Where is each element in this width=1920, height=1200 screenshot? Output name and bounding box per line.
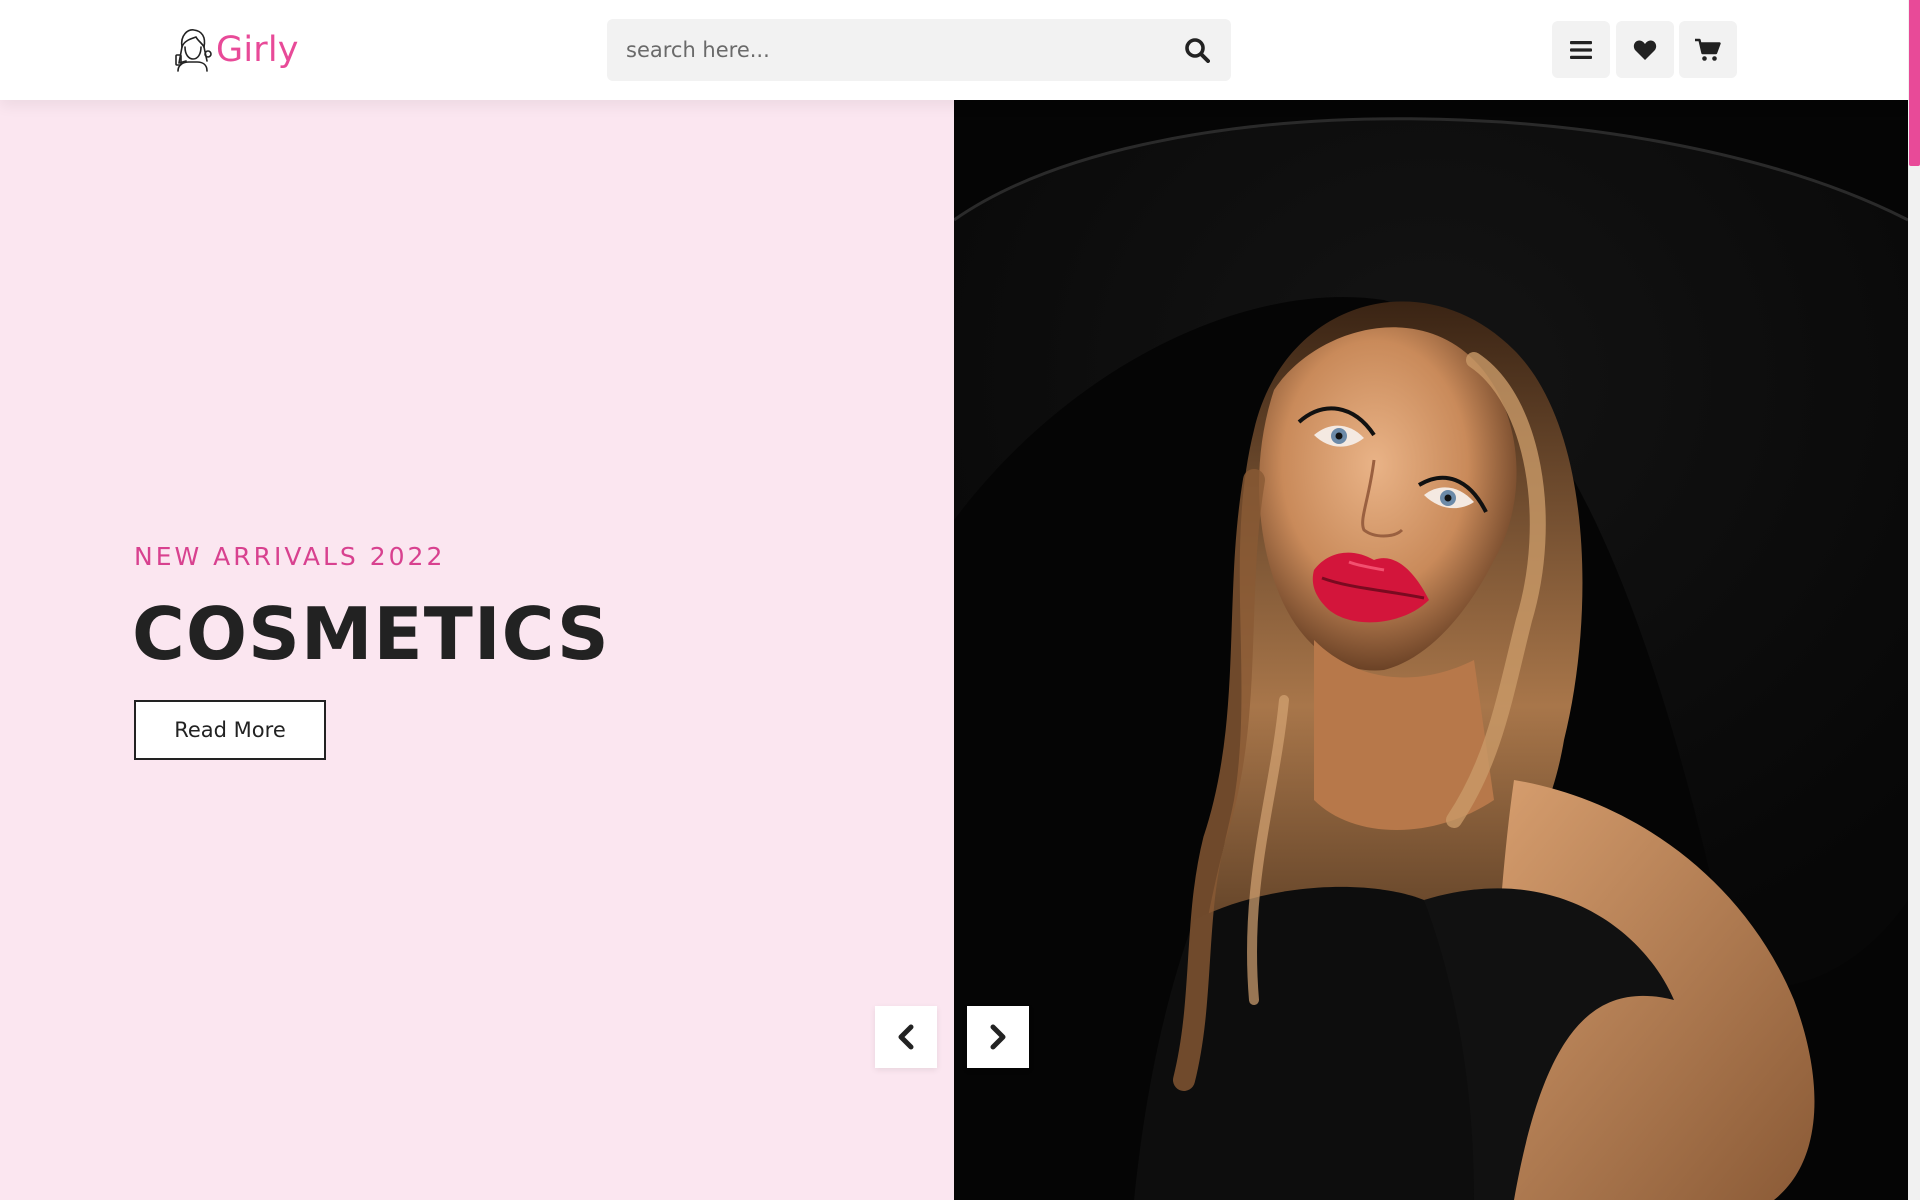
hero-eyebrow: NEW ARRIVALS 2022 — [134, 542, 446, 571]
hero-image-panel — [954, 100, 1908, 1200]
hero-model-image — [954, 100, 1908, 1200]
scrollbar-thumb[interactable] — [1909, 0, 1920, 166]
heart-icon — [1633, 39, 1657, 60]
site-header: Girly — [0, 0, 1908, 100]
chevron-right-icon — [990, 1024, 1006, 1050]
slider-prev-button[interactable] — [875, 1006, 937, 1068]
search-button[interactable] — [1177, 31, 1217, 69]
menu-button[interactable] — [1552, 21, 1610, 78]
girl-logo-icon — [175, 29, 212, 72]
page-scrollbar[interactable] — [1908, 0, 1920, 1200]
slider-next-button[interactable] — [967, 1006, 1029, 1068]
search-input[interactable] — [607, 19, 1167, 81]
logo[interactable]: Girly — [172, 24, 299, 76]
cart-button[interactable] — [1679, 21, 1737, 78]
wishlist-button[interactable] — [1616, 21, 1674, 78]
menu-icon — [1570, 40, 1592, 59]
search-bar — [607, 19, 1231, 81]
hero-title: COSMETICS — [132, 592, 610, 676]
chevron-left-icon — [898, 1024, 914, 1050]
search-icon — [1185, 38, 1210, 63]
cart-icon — [1695, 38, 1721, 61]
logo-text: Girly — [216, 30, 299, 70]
read-more-button[interactable]: Read More — [134, 700, 326, 760]
